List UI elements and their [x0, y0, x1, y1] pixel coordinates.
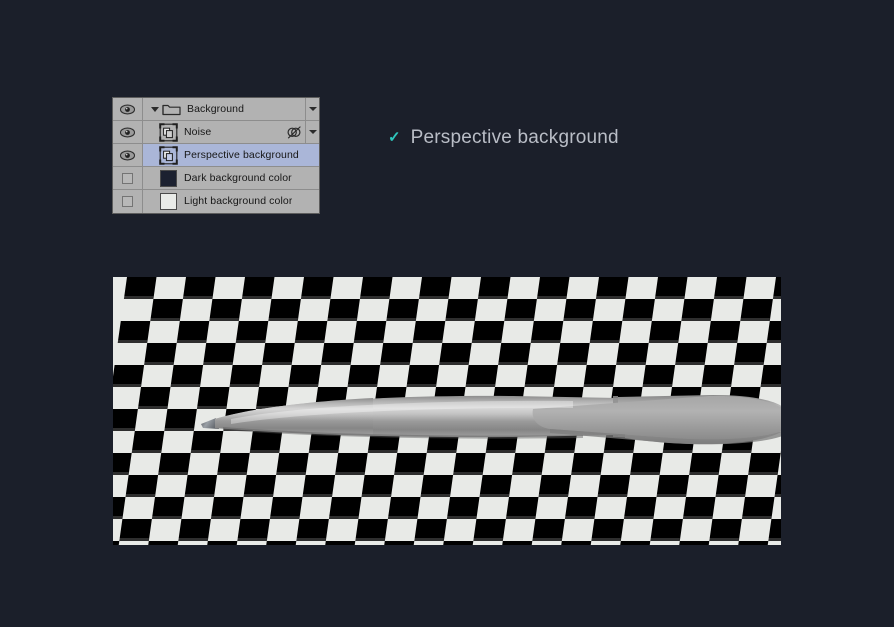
- layer-body[interactable]: Background: [143, 98, 319, 120]
- eye-icon: [120, 127, 135, 137]
- effects-icon[interactable]: [283, 125, 305, 139]
- eye-icon: [120, 150, 135, 160]
- layer-expand-toggle[interactable]: [305, 121, 319, 143]
- smart-object-icon: [158, 122, 178, 142]
- layer-row[interactable]: Light background color: [113, 190, 319, 213]
- layer-visibility-toggle[interactable]: [113, 121, 143, 143]
- layer-body[interactable]: Light background color: [143, 190, 319, 213]
- color-swatch: [158, 168, 178, 188]
- layer-row[interactable]: Noise: [113, 121, 319, 144]
- layer-row[interactable]: Dark background color: [113, 167, 319, 190]
- caption: ✓ Perspective background: [388, 128, 619, 147]
- color-swatch: [158, 192, 178, 212]
- layers-panel[interactable]: Background Noise Perspective background …: [112, 97, 320, 214]
- layer-name: Dark background color: [184, 172, 292, 184]
- layer-body[interactable]: Perspective background: [143, 144, 319, 166]
- layer-body[interactable]: Noise: [143, 121, 319, 143]
- layer-name: Noise: [184, 126, 212, 138]
- layer-visibility-toggle[interactable]: [113, 190, 143, 213]
- layer-visibility-toggle[interactable]: [113, 98, 143, 120]
- caption-label: Perspective background: [410, 127, 619, 148]
- layer-expand-toggle[interactable]: [305, 98, 319, 120]
- layer-visibility-toggle[interactable]: [113, 144, 143, 166]
- empty-checkbox-icon: [122, 196, 133, 207]
- eye-icon: [120, 104, 135, 114]
- chevron-down-icon[interactable]: [148, 106, 161, 112]
- smart-object-icon: [158, 145, 178, 165]
- layer-name: Background: [187, 103, 245, 115]
- layer-row[interactable]: Background: [113, 98, 319, 121]
- transparency-checkerboard: [113, 277, 781, 545]
- layer-name: Light background color: [184, 196, 293, 207]
- folder-icon: [161, 99, 181, 119]
- empty-checkbox-icon: [122, 172, 133, 184]
- layer-row[interactable]: Perspective background: [113, 144, 319, 167]
- canvas-preview[interactable]: [113, 277, 781, 545]
- check-icon: ✓: [388, 129, 401, 146]
- layer-body[interactable]: Dark background color: [143, 167, 319, 189]
- layer-name: Perspective background: [184, 149, 299, 161]
- layer-visibility-toggle[interactable]: [113, 167, 143, 189]
